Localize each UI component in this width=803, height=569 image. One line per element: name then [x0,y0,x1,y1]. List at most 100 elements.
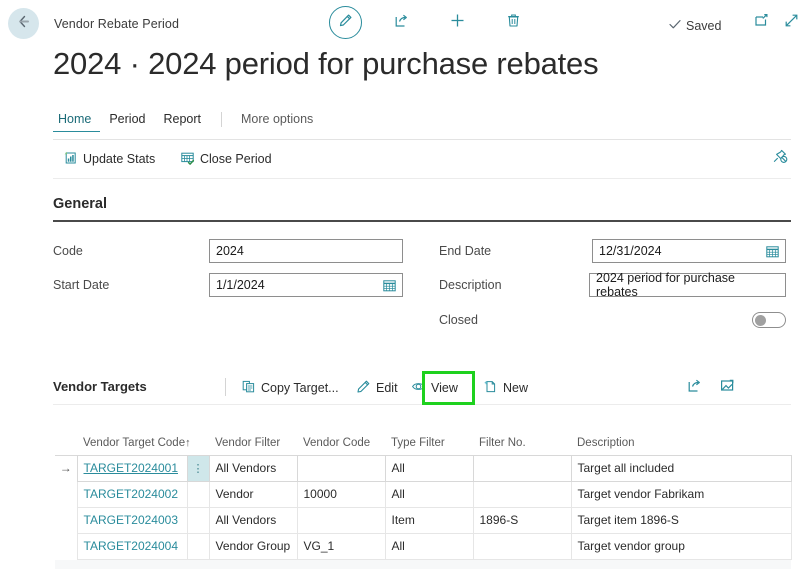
update-stats-label: Update Stats [83,152,156,166]
field-start-date-label: Start Date [53,278,110,292]
unpin-icon [772,148,788,169]
code-link[interactable]: TARGET2024002 [84,487,179,501]
unpin-ribbon-button[interactable] [769,147,791,169]
row-menu-button[interactable]: ⋮ [186,454,210,482]
cell-vendor-filter[interactable]: All Vendors [208,454,298,482]
code-link[interactable]: TARGET2024001 [84,461,179,475]
cell-type-filter[interactable]: All [384,480,474,508]
start-date-input[interactable]: 1/1/2024 [209,273,403,297]
status-badge-saved[interactable]: Saved [668,17,721,34]
calendar-icon[interactable] [765,244,780,262]
field-closed-label: Closed [439,313,478,327]
delete-record-button[interactable] [500,11,526,35]
view-button[interactable]: View [411,377,458,399]
cell-vendor-code[interactable]: VG_1 [296,532,386,560]
cell-description[interactable]: Target all included [570,454,792,482]
col-type-filter[interactable]: Type Filter [385,415,473,455]
col-vendor-target-code[interactable]: Vendor Target Code↑ [77,415,209,455]
cell-vendor-filter[interactable]: All Vendors [208,506,298,534]
table-row[interactable]: TARGET2024004 Vendor Group VG_1 All Targ… [55,532,792,560]
pencil-icon [337,12,354,34]
edit-button[interactable]: Edit [356,377,398,399]
code-link[interactable]: TARGET2024004 [84,539,179,553]
calendar-icon[interactable] [382,278,397,296]
edit-record-button[interactable] [329,6,362,39]
code-link[interactable]: TARGET2024003 [84,513,179,527]
cell-vendor-filter[interactable]: Vendor [208,480,298,508]
share-button[interactable] [388,11,414,35]
cell-vendor-code[interactable]: 10000 [296,480,386,508]
end-date-input[interactable]: 12/31/2024 [592,239,786,263]
cell-vendor-code[interactable] [296,506,386,534]
field-description: Description 2024 period for purchase reb… [439,271,786,299]
tab-report[interactable]: Report [154,110,210,131]
copy-icon [241,379,256,397]
vendor-targets-header: Vendor Targets Copy Target... Edit View … [53,375,791,401]
share-icon [393,12,410,34]
new-record-button[interactable] [444,11,470,35]
vendor-targets-title: Vendor Targets [53,379,147,394]
dot-leader [482,314,588,326]
cell-code[interactable]: TARGET2024004 [76,532,188,560]
table-row[interactable]: TARGET2024003 All Vendors Item 1896-S Ta… [55,506,792,534]
breadcrumb[interactable]: Vendor Rebate Period [54,17,179,31]
description-input[interactable]: 2024 period for purchase rebates [589,271,786,299]
col-description[interactable]: Description [571,415,791,455]
ribbon-tabs: Home Period Report More options [53,110,791,136]
cell-code[interactable]: TARGET2024002 [76,480,188,508]
code-input[interactable]: 2024 [209,239,403,263]
table-row[interactable]: → TARGET2024001 ⋮ All Vendors All Target… [55,454,792,482]
cell-row-menu[interactable] [186,532,210,560]
toggle-knob [755,314,766,326]
col-filter-no[interactable]: Filter No. [473,415,571,455]
cell-type-filter[interactable]: Item [384,506,474,534]
cell-description[interactable]: Target vendor Fabrikam [570,480,792,508]
check-icon [668,17,682,34]
cell-vendor-filter[interactable]: Vendor Group [208,532,298,560]
cell-type-filter[interactable]: All [384,454,474,482]
table-row[interactable]: TARGET2024002 Vendor 10000 All Target ve… [55,480,792,508]
col-vendor-filter[interactable]: Vendor Filter [209,415,297,455]
arrow-left-icon [15,13,32,35]
closed-toggle[interactable] [752,312,786,328]
update-stats-button[interactable]: Update Stats [63,146,155,172]
field-end-date-label: End Date [439,244,492,258]
cell-vendor-code[interactable] [296,454,386,482]
part-divider-rule [53,404,791,405]
col-vendor-code[interactable]: Vendor Code [297,415,385,455]
open-in-new-window-button[interactable] [748,11,774,35]
cell-code[interactable]: TARGET2024001 [76,454,188,482]
saved-label: Saved [686,18,722,33]
cell-filter-no[interactable] [472,532,572,560]
cell-type-filter[interactable]: All [384,532,474,560]
back-button[interactable] [8,8,39,39]
copy-target-button[interactable]: Copy Target... [241,377,339,399]
cell-filter-no[interactable]: 1896-S [472,506,572,534]
vendor-targets-share-button[interactable] [683,377,705,399]
cell-filter-no[interactable] [472,454,572,482]
cell-row-menu[interactable] [186,480,210,508]
close-period-button[interactable]: Close Period [180,146,272,172]
field-code-label: Code [53,244,83,258]
row-indicator [55,507,77,533]
fullscreen-button[interactable] [778,11,803,35]
vendor-targets-popout-button[interactable] [716,377,738,399]
tab-home[interactable]: Home [53,110,101,132]
row-indicator [55,533,77,559]
new-button[interactable]: New [483,377,528,399]
page-title: 2024 · 2024 period for purchase rebates [53,46,599,81]
cell-row-menu[interactable] [186,506,210,534]
start-date-value: 1/1/2024 [216,278,265,292]
view-label: View [431,381,458,395]
cell-filter-no[interactable] [472,480,572,508]
cell-description[interactable]: Target item 1896-S [570,506,792,534]
field-description-label: Description [439,278,502,292]
end-date-value: 12/31/2024 [599,244,662,258]
more-options-button[interactable]: More options [232,110,322,131]
tab-period[interactable]: Period [100,110,154,131]
cell-code[interactable]: TARGET2024003 [76,506,188,534]
close-period-icon [180,150,195,168]
new-label: New [503,381,529,395]
dot-leader [506,279,584,291]
cell-description[interactable]: Target vendor group [570,532,792,560]
